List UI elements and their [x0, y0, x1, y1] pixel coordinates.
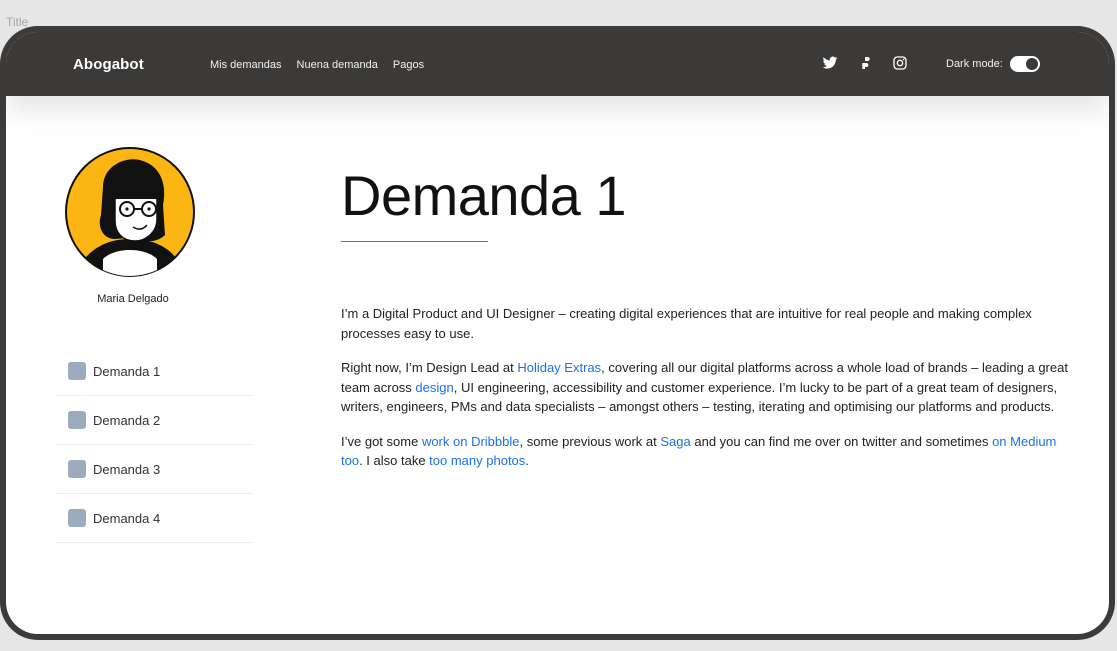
sidebar-item-demanda-4[interactable]: Demanda 4: [56, 494, 253, 543]
user-name: Maria Delgado: [97, 293, 169, 305]
canvas-title-label: Title: [6, 15, 29, 29]
document-icon: [68, 362, 86, 380]
figma-icon[interactable]: [857, 55, 873, 71]
dark-mode-toggle[interactable]: [1009, 56, 1040, 72]
brand-logo[interactable]: Abogabot: [73, 56, 144, 73]
document-icon: [68, 509, 86, 527]
title-underline: [341, 241, 488, 242]
toggle-knob: [1025, 58, 1038, 70]
intro-paragraph: I’m a Digital Product and UI Designer – …: [341, 306, 1032, 341]
holiday-extras-link[interactable]: Holiday Extras: [517, 360, 601, 375]
nav-link-pagos[interactable]: Pagos: [393, 59, 424, 71]
sidebar-item-label: Demanda 2: [93, 412, 161, 428]
instagram-icon[interactable]: [892, 55, 908, 71]
app-screen: Abogabot Mis demandas Nuena demanda Pago…: [6, 32, 1109, 634]
nav-link-mis-demandas[interactable]: Mis demandas: [210, 59, 282, 71]
photos-link[interactable]: too many photos: [429, 453, 525, 468]
saga-link[interactable]: Saga: [660, 434, 690, 449]
dark-mode-control: Dark mode:: [946, 56, 1040, 72]
sidebar-item-label: Demanda 4: [93, 510, 161, 526]
content-body: I’m a Digital Product and UI Designer – …: [341, 304, 1081, 486]
sidebar-list: Demanda 1 Demanda 2 Demanda 3 Demanda 4: [56, 347, 253, 543]
sidebar-item-demanda-1[interactable]: Demanda 1: [56, 347, 253, 396]
text-span: .: [525, 453, 529, 468]
sidebar-item-label: Demanda 3: [93, 461, 161, 477]
twitter-icon[interactable]: [822, 55, 838, 71]
nav-links: Mis demandas Nuena demanda Pagos: [210, 59, 424, 71]
text-span: Right now, I’m Design Lead at: [341, 360, 518, 375]
social-links: [822, 55, 908, 71]
document-icon: [68, 460, 86, 478]
document-icon: [68, 411, 86, 429]
text-span: I’ve got some: [341, 433, 422, 449]
design-link[interactable]: design: [415, 380, 453, 395]
device-frame: Abogabot Mis demandas Nuena demanda Pago…: [0, 26, 1115, 640]
text-span: , some previous work at: [519, 433, 661, 449]
text-span: . I also take: [359, 453, 430, 468]
top-navbar: Abogabot Mis demandas Nuena demanda Pago…: [6, 32, 1109, 96]
sidebar-item-demanda-2[interactable]: Demanda 2: [56, 396, 253, 445]
text-span: and you can find me over on twitter and …: [690, 433, 993, 449]
dribbble-link[interactable]: work on Dribbble: [422, 434, 520, 449]
sidebar-item-demanda-3[interactable]: Demanda 3: [56, 445, 253, 494]
avatar: [65, 147, 195, 277]
nav-link-nueva-demanda[interactable]: Nuena demanda: [297, 59, 378, 71]
dark-mode-label: Dark mode:: [946, 58, 1003, 70]
page-title: Demanda 1: [341, 164, 627, 227]
role-paragraph: Right now, I’m Design Lead at Holiday Ex…: [341, 358, 1081, 417]
links-paragraph: I’ve got some work on Dribbble, some pre…: [341, 432, 1081, 471]
sidebar-item-label: Demanda 1: [93, 363, 161, 379]
